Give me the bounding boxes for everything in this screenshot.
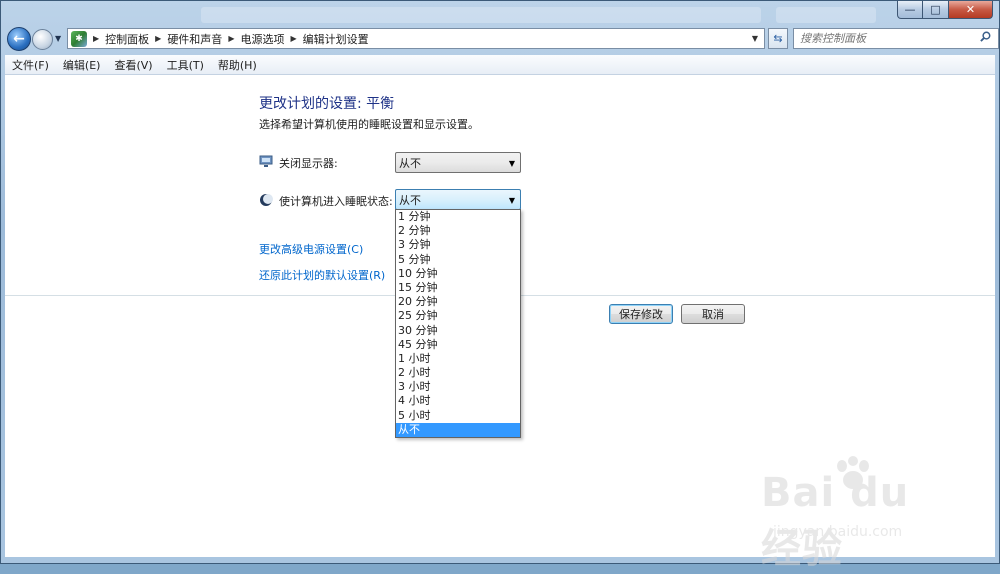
dropdown-option[interactable]: 10 分钟 — [396, 267, 520, 281]
refresh-icon: ⇆ — [773, 32, 783, 45]
maximize-button[interactable]: □ — [923, 1, 949, 19]
advanced-power-settings-link[interactable]: 更改高级电源设置(C) — [259, 241, 363, 257]
restore-defaults-link[interactable]: 还原此计划的默认设置(R) — [259, 267, 385, 283]
back-arrow-icon: ← — [13, 31, 25, 47]
watermark-url: jingyan.baidu.com — [773, 524, 903, 540]
menu-edit[interactable]: 编辑(E) — [56, 57, 108, 73]
menu-file[interactable]: 文件(F) — [5, 57, 56, 73]
dropdown-option[interactable]: 30 分钟 — [396, 324, 520, 338]
breadcrumb-power-options[interactable]: 电源选项 — [240, 31, 284, 47]
background-window-title — [201, 7, 761, 23]
dropdown-option[interactable]: 从不 — [396, 422, 520, 437]
navigation-bar: ← ▼ ✱ ▶ 控制面板 ▶ 硬件和声音 ▶ 电源选项 ▶ 编辑计划设置 ▼ ⇆ — [5, 27, 999, 51]
close-button[interactable]: ✕ — [949, 1, 993, 19]
breadcrumb-control-panel[interactable]: 控制面板 — [105, 31, 149, 47]
display-off-select[interactable]: 从不 ▼ — [395, 152, 521, 173]
dropdown-option[interactable]: 2 分钟 — [396, 224, 520, 238]
baidu-watermark: Bai du 经验 jingyan.baidu.com — [761, 456, 961, 572]
cancel-button[interactable]: 取消 — [681, 304, 745, 324]
sleep-select[interactable]: 从不 ▼ — [395, 189, 521, 210]
display-off-label: 关闭显示器: — [279, 157, 338, 170]
minimize-button[interactable]: — — [897, 1, 923, 19]
sleep-value: 从不 — [399, 193, 421, 207]
sleep-label: 使计算机进入睡眠状态: — [279, 195, 393, 208]
explorer-window: — □ ✕ ← ▼ ✱ ▶ 控制面板 ▶ 硬件和声音 ▶ 电源选项 ▶ 编辑计划… — [0, 0, 1000, 572]
address-bar[interactable]: ✱ ▶ 控制面板 ▶ 硬件和声音 ▶ 电源选项 ▶ 编辑计划设置 ▼ — [67, 28, 765, 49]
dropdown-option[interactable]: 1 分钟 — [396, 210, 520, 224]
dropdown-option[interactable]: 5 小时 — [396, 409, 520, 423]
breadcrumb-hardware-sound[interactable]: 硬件和声音 — [167, 31, 222, 47]
caption-buttons: — □ ✕ — [897, 1, 993, 19]
sleep-dropdown-list: 1 分钟 2 分钟 3 分钟 5 分钟 10 分钟 15 分钟 20 分钟 25… — [395, 209, 521, 438]
watermark-logo-text: Bai du 经验 — [761, 470, 910, 572]
display-off-value: 从不 — [399, 156, 421, 170]
menu-bar: 文件(F) 编辑(E) 查看(V) 工具(T) 帮助(H) — [5, 55, 995, 75]
menu-help[interactable]: 帮助(H) — [211, 57, 264, 73]
background-window-title-2 — [776, 7, 876, 23]
address-dropdown-icon[interactable]: ▼ — [752, 34, 758, 43]
dropdown-option[interactable]: 45 分钟 — [396, 338, 520, 352]
crumb-separator-icon[interactable]: ▶ — [93, 34, 99, 43]
chevron-down-icon: ▼ — [508, 196, 515, 205]
control-panel-icon: ✱ — [71, 30, 87, 47]
page-title: 更改计划的设置: 平衡 — [259, 96, 395, 112]
moon-icon — [260, 194, 273, 206]
dropdown-option[interactable]: 1 小时 — [396, 352, 520, 366]
refresh-button[interactable]: ⇆ — [768, 28, 788, 49]
dropdown-option[interactable]: 3 分钟 — [396, 238, 520, 252]
dropdown-option[interactable]: 2 小时 — [396, 366, 520, 380]
menu-view[interactable]: 查看(V) — [107, 57, 159, 73]
dropdown-option[interactable]: 15 分钟 — [396, 281, 520, 295]
save-button[interactable]: 保存修改 — [609, 304, 673, 324]
menu-tools[interactable]: 工具(T) — [160, 57, 211, 73]
back-button[interactable]: ← — [7, 27, 31, 51]
page-subtitle: 选择希望计算机使用的睡眠设置和显示设置。 — [259, 118, 479, 131]
forward-button[interactable] — [32, 29, 53, 50]
chevron-down-icon: ▼ — [508, 159, 515, 168]
crumb-separator-icon[interactable]: ▶ — [155, 34, 161, 43]
crumb-separator-icon[interactable]: ▶ — [228, 34, 234, 43]
dropdown-option[interactable]: 4 小时 — [396, 394, 520, 408]
dropdown-option[interactable]: 3 小时 — [396, 380, 520, 394]
monitor-icon — [259, 155, 273, 167]
search-input[interactable] — [793, 28, 999, 49]
history-dropdown-icon[interactable]: ▼ — [55, 34, 61, 43]
crumb-separator-icon[interactable]: ▶ — [290, 34, 296, 43]
breadcrumb-edit-plan[interactable]: 编辑计划设置 — [303, 31, 369, 47]
dropdown-option[interactable]: 20 分钟 — [396, 295, 520, 309]
dropdown-option[interactable]: 5 分钟 — [396, 253, 520, 267]
search-icon[interactable] — [980, 31, 991, 42]
dropdown-option[interactable]: 25 分钟 — [396, 309, 520, 323]
